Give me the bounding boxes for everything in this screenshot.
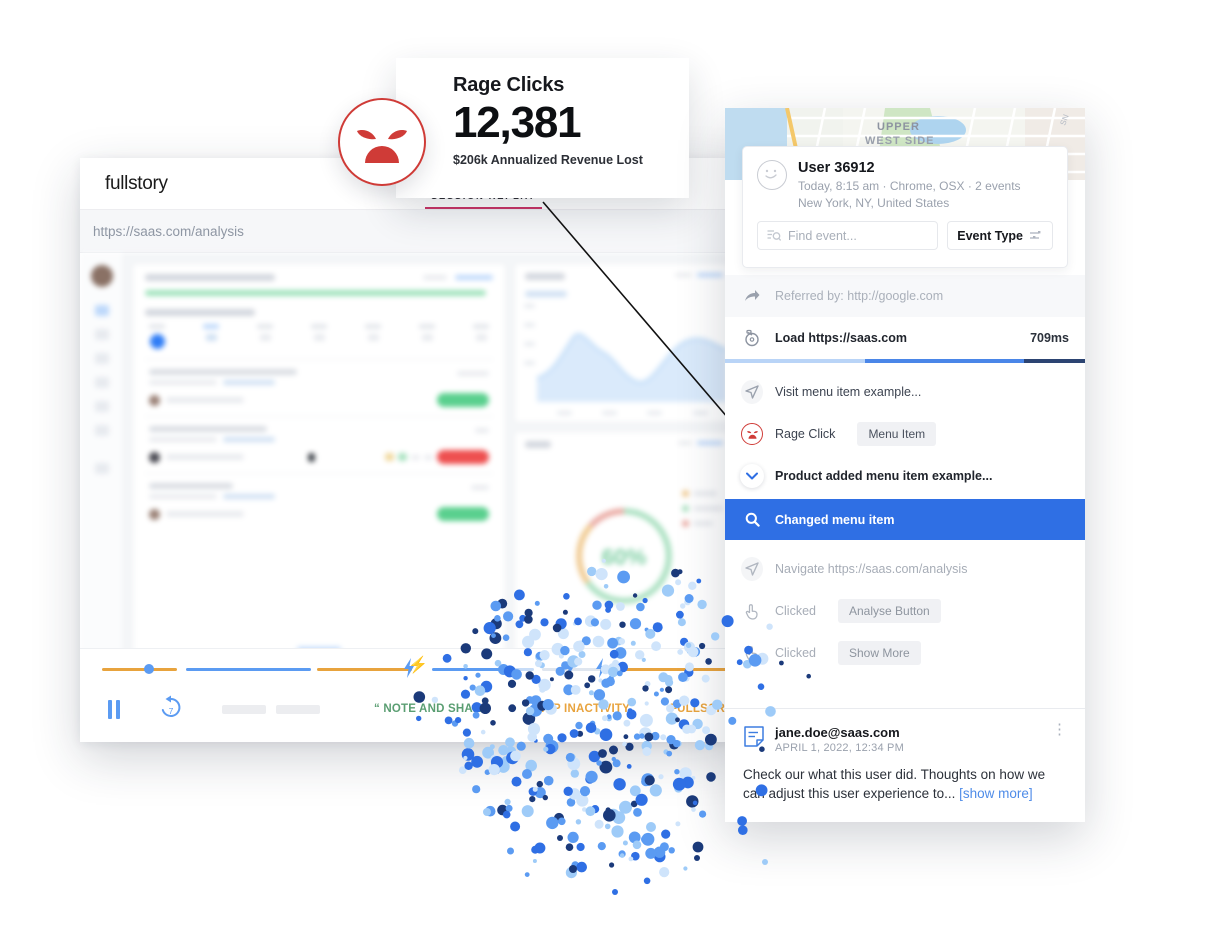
replayed-nav-icon: [94, 329, 109, 340]
replayed-left-card: [132, 263, 507, 663]
callout-subtitle: $206k Annualized Revenue Lost: [453, 153, 643, 168]
page-load-progress-bar: [725, 359, 1085, 363]
navigate-icon: [741, 380, 763, 404]
donut-value: 60%: [602, 544, 647, 569]
event-label: Product added menu item example...: [775, 469, 993, 483]
event-label: Referred by: http://google.com: [775, 289, 944, 303]
angry-face-icon: [338, 98, 426, 186]
note-and-share-button[interactable]: “ NOTE AND SHARE: [374, 703, 489, 715]
chevron-down-icon[interactable]: [740, 464, 764, 488]
user-location: New York, NY, United States: [798, 196, 950, 210]
event-row-visit[interactable]: Visit menu item example...: [725, 371, 1085, 413]
rewind-7-button[interactable]: 7: [156, 692, 186, 727]
event-list: Referred by: http://google.com Load http…: [725, 275, 1085, 708]
search-input-placeholder: Find event...: [788, 228, 857, 243]
user-session-meta: Today, 8:15 am · Chrome, OSX · 2 events: [798, 179, 1021, 193]
rewind-seconds: 7: [169, 706, 174, 716]
event-target-chip[interactable]: Show More: [838, 641, 921, 665]
search-list-icon: [767, 230, 781, 241]
replayed-right-column: 60%: [514, 263, 734, 663]
replayed-page-content: 60%: [80, 253, 742, 671]
event-row-navigate[interactable]: Navigate https://saas.com/analysis: [725, 548, 1085, 590]
event-label: Changed menu item: [775, 512, 895, 527]
session-player-controls: ⚡ 7 “ NOTE AND SHARE SKIP INACTIVITY FUL…: [80, 648, 749, 742]
event-label: Navigate https://saas.com/analysis: [775, 562, 968, 576]
replayed-main: 60%: [124, 253, 742, 671]
replayed-area-chart: [514, 263, 734, 423]
replayed-donut-chart: 60%: [514, 431, 734, 663]
event-row-referrer[interactable]: Referred by: http://google.com: [725, 275, 1085, 317]
event-label: Clicked: [775, 646, 816, 660]
comment-menu-button[interactable]: ⋮: [1052, 722, 1067, 737]
replayed-nav-icon: [94, 401, 109, 412]
filter-icon: [1030, 231, 1041, 239]
replayed-list-item: [145, 359, 494, 416]
avatar: [757, 160, 787, 190]
replayed-nav-icon: [94, 377, 109, 388]
player-button-row: 7 “ NOTE AND SHARE SKIP INACTIVITY FULLS…: [80, 687, 749, 731]
event-row-clicked-show-more[interactable]: Clicked Show More: [725, 632, 1085, 674]
replayed-list-item: [145, 473, 494, 530]
screenshot-root: fullstory SESSION REPLAY https://saas.co…: [0, 0, 1208, 928]
event-row-changed-menu-item[interactable]: Changed menu item: [725, 499, 1085, 540]
replayed-nav-icon: [94, 305, 109, 316]
replayed-nav-icon: [94, 463, 109, 474]
user-name: User 36912: [798, 160, 875, 176]
note-icon: [743, 725, 765, 753]
user-summary-card: User 36912 Today, 8:15 am · Chrome, OSX …: [742, 146, 1068, 268]
event-label: Rage Click: [775, 427, 836, 441]
event-row-product-added[interactable]: Product added menu item example...: [725, 455, 1085, 497]
player-timeline[interactable]: ⚡: [102, 658, 737, 678]
pause-button[interactable]: [108, 699, 120, 719]
lightning-icon: [596, 658, 606, 678]
event-label: Clicked: [775, 604, 816, 618]
show-more-link[interactable]: [show more]: [959, 786, 1033, 801]
rage-clicks-callout: Rage Clicks 12,381 $206k Annualized Reve…: [338, 58, 689, 198]
replayed-list-item: [145, 416, 494, 473]
fullstory-logo[interactable]: fullstory: [105, 173, 168, 195]
session-detail-panel: UPPER WEST SIDE SN User 36912 Today, 8:1…: [725, 108, 1085, 822]
url-bar[interactable]: https://saas.com/analysis: [80, 210, 742, 253]
event-row-rage-click[interactable]: Rage Click Menu Item: [725, 413, 1085, 455]
event-target-chip[interactable]: Menu Item: [857, 422, 937, 446]
angry-face-icon: [741, 423, 763, 445]
replayed-avatar: [90, 265, 113, 287]
callout-title: Rage Clicks: [453, 74, 565, 96]
event-row-page-load[interactable]: Load https://saas.com 709ms: [725, 317, 1085, 359]
lightning-icon: [564, 658, 574, 678]
map-label-1: UPPER: [877, 121, 920, 133]
search-input[interactable]: Find event...: [757, 221, 939, 250]
comment-author: jane.doe@saas.com: [775, 724, 900, 740]
stopwatch-icon: [741, 329, 763, 347]
event-row-clicked-analyse[interactable]: Clicked Analyse Button: [725, 590, 1085, 632]
lightning-icon: [404, 658, 414, 678]
event-duration: 709ms: [1030, 331, 1069, 345]
navigate-icon: [741, 557, 763, 581]
callout-value: 12,381: [453, 98, 582, 147]
playback-speed-controls[interactable]: [222, 704, 320, 714]
comment-card: jane.doe@saas.com APRIL 1, 2022, 12:34 P…: [725, 707, 1085, 822]
event-type-filter-button[interactable]: Event Type: [947, 221, 1053, 250]
replayed-nav-icon: [94, 353, 109, 364]
comment-timestamp: APRIL 1, 2022, 12:34 PM: [775, 741, 904, 754]
replayed-nav-icon: [94, 425, 109, 436]
click-hand-icon: [741, 603, 763, 620]
event-label: Visit menu item example...: [775, 385, 922, 399]
replayed-sidebar: [80, 253, 124, 671]
event-target-chip[interactable]: Analyse Button: [838, 599, 941, 623]
skip-inactivity-button[interactable]: SKIP INACTIVITY: [533, 703, 630, 715]
share-arrow-icon: [741, 289, 763, 303]
url-text: https://saas.com/analysis: [93, 223, 244, 239]
click-hand-icon: [741, 645, 763, 662]
event-label: Load https://saas.com: [775, 331, 907, 345]
event-type-label: Event Type: [957, 228, 1023, 243]
search-icon: [741, 512, 763, 527]
